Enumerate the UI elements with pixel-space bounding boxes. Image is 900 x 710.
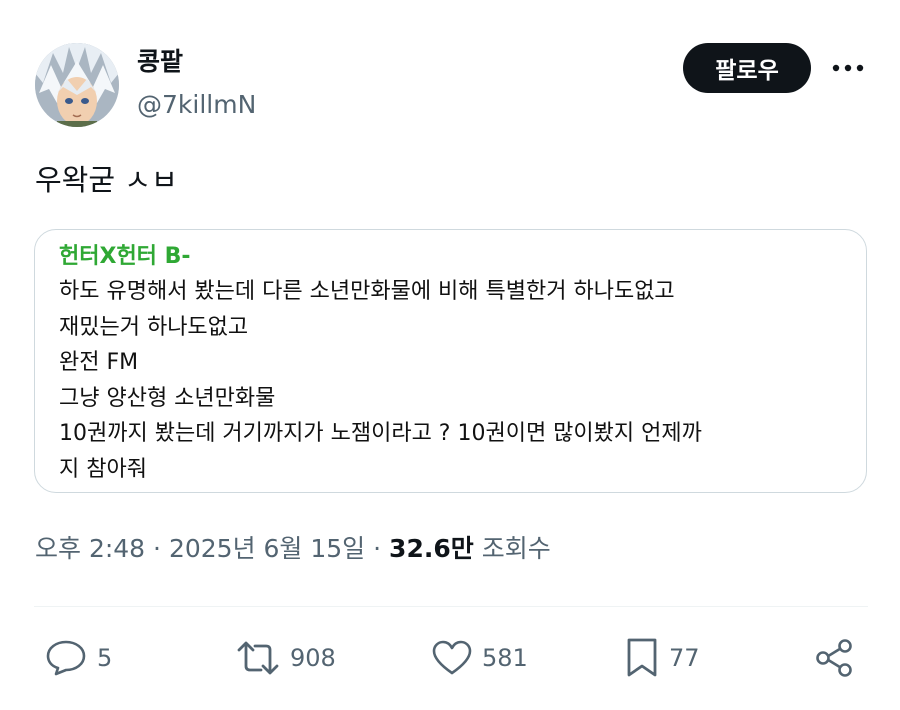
views-count[interactable]: 32.6만 xyxy=(389,534,474,563)
follow-button[interactable]: 팔로우 xyxy=(683,43,811,93)
card-line: 지 참아줘 xyxy=(59,456,147,482)
meta-separator: · xyxy=(153,534,161,563)
author-display-name[interactable]: 콩팥 xyxy=(137,45,183,79)
tweet-date[interactable]: 2025년 6월 15일 xyxy=(169,534,365,563)
like-count: 581 xyxy=(482,644,528,672)
more-dots-icon xyxy=(832,64,864,72)
card-line: 완전 FM xyxy=(59,350,139,375)
bookmark-icon xyxy=(627,638,657,677)
bookmark-button[interactable]: 77 xyxy=(625,636,700,680)
attached-image-card[interactable]: 헌터X헌터 B- 하도 유명해서 봤는데 다른 소년만화물에 비해 특별한거 하… xyxy=(34,229,867,493)
retweet-button[interactable]: 908 xyxy=(236,636,336,680)
divider xyxy=(34,606,868,607)
tweet-meta: 오후 2:48 · 2025년 6월 15일 · 32.6만 조회수 xyxy=(35,531,551,567)
retweet-icon xyxy=(237,641,279,675)
tweet-time[interactable]: 오후 2:48 xyxy=(35,534,145,563)
avatar[interactable] xyxy=(35,43,119,127)
card-line: 재밌는거 하나도없고 xyxy=(59,314,249,340)
bookmark-count: 77 xyxy=(669,644,700,672)
reply-button[interactable]: 5 xyxy=(45,636,112,680)
card-title: 헌터X헌터 B- xyxy=(59,244,191,269)
more-options-button[interactable] xyxy=(828,52,868,84)
author-handle[interactable]: @7killmN xyxy=(137,88,256,122)
views-label: 조회수 xyxy=(481,534,551,563)
card-line: 10권까지 봤는데 거기까지가 노잼이라고 ? 10권이면 많이봤지 언제까 xyxy=(59,421,702,446)
reply-count: 5 xyxy=(97,644,113,672)
tweet-text: 우왁굳 ㅅㅂ xyxy=(35,163,178,197)
reply-icon xyxy=(46,640,86,676)
share-button[interactable] xyxy=(814,636,854,680)
avatar-image xyxy=(35,43,119,127)
share-icon xyxy=(816,639,852,677)
heart-icon xyxy=(432,640,472,675)
card-line: 그냥 양산형 소년만화물 xyxy=(59,385,276,411)
like-button[interactable]: 581 xyxy=(432,636,528,680)
retweet-count: 908 xyxy=(290,644,336,672)
meta-separator: · xyxy=(373,534,382,563)
card-line: 하도 유명해서 봤는데 다른 소년만화물에 비해 특별한거 하나도없고 xyxy=(59,279,675,304)
